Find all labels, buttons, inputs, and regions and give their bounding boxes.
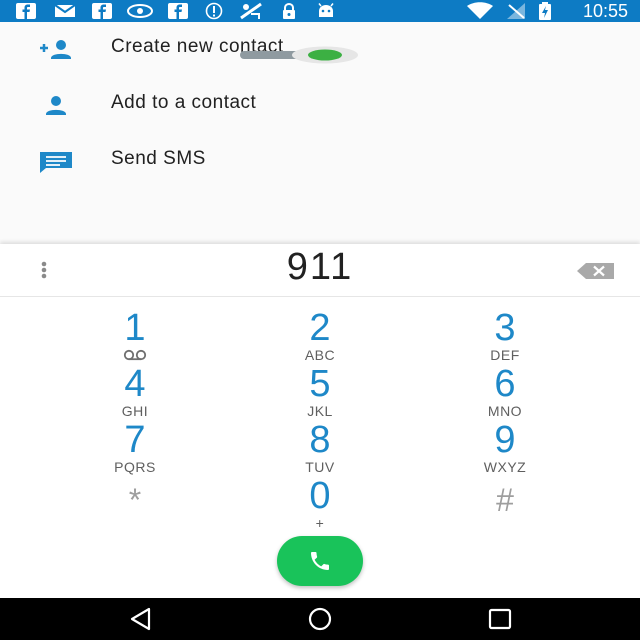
home-icon[interactable]	[306, 606, 334, 632]
facebook-icon	[91, 3, 113, 19]
lock-icon	[280, 2, 298, 19]
key-letters: JKL	[307, 403, 333, 419]
no-signal-icon	[237, 2, 265, 20]
clock-time: 10:55	[582, 1, 628, 21]
dial-key-8[interactable]: 8 TUV	[260, 420, 380, 476]
toggle-switch[interactable]	[240, 46, 358, 64]
key-digit: 2	[309, 307, 331, 349]
action-label: Add to a contact	[111, 92, 257, 113]
dial-key-7[interactable]: 7 PQRS	[75, 420, 195, 476]
dial-key-star[interactable]: *	[75, 480, 195, 536]
eye-icon	[127, 3, 153, 19]
key-letters: MNO	[487, 403, 523, 419]
back-icon[interactable]	[127, 606, 155, 632]
key-digit: 1	[124, 307, 146, 349]
no-sim-icon	[505, 3, 527, 19]
dial-key-hash[interactable]: #	[445, 480, 565, 536]
message-icon	[38, 150, 74, 174]
key-digit: 9	[494, 419, 516, 461]
dial-key-1[interactable]: 1	[75, 308, 195, 364]
key-digit: 7	[124, 419, 146, 461]
add-person-icon	[38, 38, 74, 62]
dial-key-3[interactable]: 3 DEF	[445, 308, 565, 364]
dialpad: 911 1 2 ABC 3 DEF 4 GHI 5 JKL 6 MNO 7 PQ…	[0, 244, 640, 598]
key-letters: WXYZ	[483, 459, 527, 475]
entered-digits[interactable]: 911	[0, 246, 640, 289]
key-digit: 6	[494, 363, 516, 405]
info-icon	[204, 2, 224, 20]
wifi-icon	[466, 2, 494, 19]
status-bar: 10:55	[0, 0, 640, 22]
recents-icon[interactable]	[486, 606, 514, 632]
add-to-contact-action[interactable]: Add to a contact	[0, 78, 640, 134]
dial-key-6[interactable]: 6 MNO	[445, 364, 565, 420]
dial-key-2[interactable]: 2 ABC	[260, 308, 380, 364]
key-digit: 3	[494, 307, 516, 349]
call-button[interactable]	[277, 536, 363, 586]
battery-charging-icon	[538, 2, 552, 20]
action-label: Send SMS	[111, 148, 206, 169]
facebook-icon	[167, 3, 189, 19]
key-letters: +	[315, 515, 325, 531]
person-icon	[38, 94, 74, 118]
key-letters: DEF	[490, 347, 520, 363]
dial-key-4[interactable]: 4 GHI	[75, 364, 195, 420]
key-letters: PQRS	[114, 459, 156, 475]
voicemail-icon	[75, 348, 195, 362]
android-icon	[316, 3, 336, 19]
key-digit: 4	[124, 363, 146, 405]
navigation-bar	[0, 598, 640, 640]
backspace-icon[interactable]	[576, 262, 616, 280]
mail-icon	[54, 3, 76, 19]
key-digit: #	[496, 482, 514, 518]
key-letters: GHI	[121, 403, 149, 419]
dial-key-0[interactable]: 0 +	[260, 476, 380, 532]
send-sms-action[interactable]: Send SMS	[0, 134, 640, 190]
key-digit: *	[128, 482, 142, 518]
facebook-icon	[15, 3, 37, 19]
dial-key-5[interactable]: 5 JKL	[260, 364, 380, 420]
key-letters: TUV	[305, 459, 335, 475]
phone-icon	[311, 552, 329, 570]
key-digit: 5	[309, 363, 331, 405]
dial-key-9[interactable]: 9 WXYZ	[445, 420, 565, 476]
digits-bar: 911	[0, 244, 640, 297]
key-digit: 8	[309, 419, 331, 461]
key-digit: 0	[309, 475, 331, 517]
key-letters: ABC	[304, 347, 336, 363]
